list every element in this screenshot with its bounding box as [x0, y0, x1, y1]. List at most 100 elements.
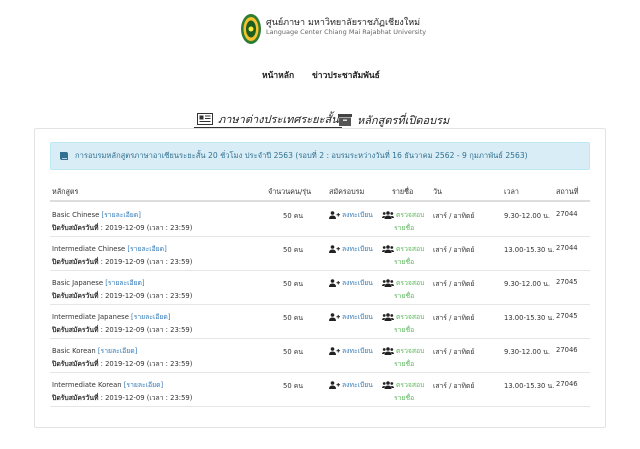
- header-count: จำนวนคน/รุ่น: [268, 187, 312, 196]
- course-title: Basic Korean: [52, 347, 96, 355]
- class-room: 27044: [556, 210, 578, 218]
- class-room: 27046: [556, 380, 578, 388]
- user-plus-icon: [329, 278, 340, 287]
- table-row: Basic Korean [รายละเอียด] ปิดรับสมัครวันท…: [50, 339, 590, 373]
- check-list-button[interactable]: ตรวจสอบ: [382, 345, 424, 356]
- class-room: 27045: [556, 278, 578, 286]
- deadline-value: : 2019-12-09 (เวลา : 23:59): [98, 326, 193, 334]
- tab-short-courses[interactable]: ภาษาต่างประเทศระยะสั้น: [194, 110, 342, 129]
- register-label: ลงทะเบียน: [342, 245, 373, 253]
- course-name: Basic Japanese [รายละเอียด]: [52, 277, 145, 288]
- class-room: 27046: [556, 346, 578, 354]
- check-list-label-line2[interactable]: รายชื่อ: [394, 358, 414, 369]
- check-list-label: ตรวจสอบ: [396, 381, 425, 389]
- seat-count: 50 คน: [283, 348, 304, 356]
- check-list-label-line2[interactable]: รายชื่อ: [394, 392, 414, 403]
- check-list-label-line2[interactable]: รายชื่อ: [394, 222, 414, 233]
- class-time: 13.00-15.30 น.: [504, 382, 555, 390]
- check-list-label-line2[interactable]: รายชื่อ: [394, 290, 414, 301]
- course-detail-link[interactable]: [รายละเอียด]: [98, 347, 137, 355]
- deadline-value: : 2019-12-09 (เวลา : 23:59): [98, 224, 193, 232]
- class-room: 27045: [556, 312, 578, 320]
- register-label: ลงทะเบียน: [342, 381, 373, 389]
- tab-open-courses-label: หลักสูตรที่เปิดอบรม: [357, 113, 450, 127]
- check-list-button[interactable]: ตรวจสอบ: [382, 277, 424, 288]
- deadline-value: : 2019-12-09 (เวลา : 23:59): [98, 292, 193, 300]
- course-detail-link[interactable]: [รายละเอียด]: [101, 211, 140, 219]
- course-title: Basic Japanese: [52, 279, 104, 287]
- university-seal-icon[interactable]: [240, 13, 262, 45]
- header-location: สถานที่: [556, 187, 579, 196]
- table-row: Intermediate Japanese [รายละเอียด] ปิดรับ…: [50, 305, 590, 339]
- site-header: ศูนย์ภาษา มหาวิทยาลัยราชภัฏเชียงใหม่ Lan…: [0, 10, 640, 50]
- user-plus-icon: [329, 380, 340, 389]
- course-tabs: ภาษาต่างประเทศระยะสั้น หลักสูตรที่เปิดอบ…: [0, 110, 640, 130]
- course-detail-link[interactable]: [รายละเอียด]: [127, 245, 166, 253]
- user-plus-icon: [329, 210, 340, 219]
- info-alert: การอบรมหลักสูตรภาษาอาเซียนระยะสั้น 20 ชั…: [50, 142, 590, 170]
- site-title-english: Language Center Chiang Mai Rajabhat Univ…: [266, 28, 427, 36]
- header-time: เวลา: [504, 187, 519, 196]
- course-detail-link[interactable]: [รายละเอียด]: [124, 381, 163, 389]
- register-button[interactable]: ลงทะเบียน: [329, 277, 373, 288]
- class-days: เสาร์ / อาทิตย์: [433, 280, 475, 288]
- class-time: 9.30-12.00 น.: [504, 280, 551, 288]
- users-icon: [382, 244, 394, 253]
- course-name: Intermediate Japanese [รายละเอียด]: [52, 311, 170, 322]
- register-button[interactable]: ลงทะเบียน: [329, 379, 373, 390]
- seat-count: 50 คน: [283, 382, 304, 390]
- course-title: Intermediate Korean: [52, 381, 122, 389]
- course-detail-link[interactable]: [รายละเอียด]: [105, 279, 144, 287]
- check-list-button[interactable]: ตรวจสอบ: [382, 311, 424, 322]
- users-icon: [382, 346, 394, 355]
- class-days: เสาร์ / อาทิตย์: [433, 246, 475, 254]
- seat-count: 50 คน: [283, 314, 304, 322]
- users-icon: [382, 380, 394, 389]
- table-row: Intermediate Chinese [รายละเอียด] ปิดรับส…: [50, 237, 590, 271]
- register-label: ลงทะเบียน: [342, 211, 373, 219]
- check-list-button[interactable]: ตรวจสอบ: [382, 243, 424, 254]
- register-button[interactable]: ลงทะเบียน: [329, 209, 373, 220]
- tab-open-courses[interactable]: หลักสูตรที่เปิดอบรม: [338, 110, 449, 129]
- newspaper-icon: [197, 112, 213, 125]
- course-title: Intermediate Japanese: [52, 313, 129, 321]
- course-name: Basic Korean [รายละเอียด]: [52, 345, 137, 356]
- register-button[interactable]: ลงทะเบียน: [329, 345, 373, 356]
- course-name: Intermediate Chinese [รายละเอียด]: [52, 243, 167, 254]
- register-button[interactable]: ลงทะเบียน: [329, 243, 373, 254]
- check-list-button[interactable]: ตรวจสอบ: [382, 209, 424, 220]
- tab-short-courses-label: ภาษาต่างประเทศระยะสั้น: [218, 112, 339, 126]
- class-days: เสาร์ / อาทิตย์: [433, 212, 475, 220]
- users-icon: [382, 210, 394, 219]
- deadline-label: ปิดรับสมัครวันที่: [52, 292, 99, 300]
- nav-news-link[interactable]: ข่าวประชาสัมพันธ์: [312, 68, 380, 82]
- check-list-button[interactable]: ตรวจสอบ: [382, 379, 424, 390]
- user-plus-icon: [329, 244, 340, 253]
- class-days: เสาร์ / อาทิตย์: [433, 382, 475, 390]
- register-label: ลงทะเบียน: [342, 347, 373, 355]
- archive-icon: [338, 113, 352, 126]
- class-time: 13.00-15.30 น.: [504, 246, 555, 254]
- header-list: รายชื่อ: [392, 187, 414, 196]
- registration-deadline: ปิดรับสมัครวันที่ : 2019-12-09 (เวลา : 2…: [52, 256, 192, 267]
- check-list-label: ตรวจสอบ: [396, 279, 425, 287]
- register-label: ลงทะเบียน: [342, 279, 373, 287]
- course-title: Basic Chinese: [52, 211, 100, 219]
- table-header: หลักสูตร จำนวนคน/รุ่น สมัครอบรม รายชื่อ …: [50, 182, 590, 202]
- register-button[interactable]: ลงทะเบียน: [329, 311, 373, 322]
- check-list-label: ตรวจสอบ: [396, 211, 425, 219]
- table-row: Basic Japanese [รายละเอียด] ปิดรับสมัครวั…: [50, 271, 590, 305]
- registration-deadline: ปิดรับสมัครวันที่ : 2019-12-09 (เวลา : 2…: [52, 358, 192, 369]
- user-plus-icon: [329, 312, 340, 321]
- info-alert-text: การอบรมหลักสูตรภาษาอาเซียนระยะสั้น 20 ชั…: [75, 151, 528, 160]
- registration-deadline: ปิดรับสมัครวันที่ : 2019-12-09 (เวลา : 2…: [52, 392, 192, 403]
- course-name: Basic Chinese [รายละเอียด]: [52, 209, 141, 220]
- main-nav: หน้าหลัก ข่าวประชาสัมพันธ์: [0, 68, 640, 82]
- nav-home-link[interactable]: หน้าหลัก: [262, 68, 294, 82]
- check-list-label-line2[interactable]: รายชื่อ: [394, 256, 414, 267]
- class-days: เสาร์ / อาทิตย์: [433, 314, 475, 322]
- course-detail-link[interactable]: [รายละเอียด]: [131, 313, 170, 321]
- course-title: Intermediate Chinese: [52, 245, 126, 253]
- check-list-label-line2[interactable]: รายชื่อ: [394, 324, 414, 335]
- deadline-label: ปิดรับสมัครวันที่: [52, 326, 99, 334]
